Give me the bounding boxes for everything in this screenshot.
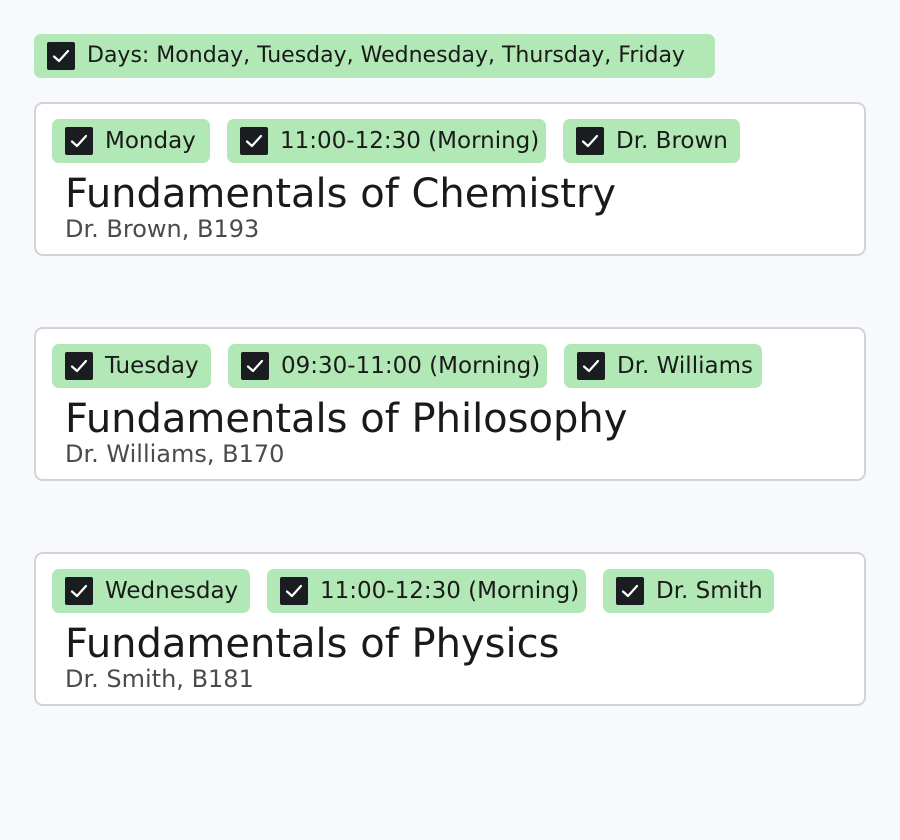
instructor-chip-label: Dr. Brown — [616, 128, 728, 154]
day-chip-label: Monday — [105, 128, 196, 154]
course-subtitle: Dr. Smith, B181 — [65, 665, 254, 693]
course-subtitle: Dr. Brown, B193 — [65, 215, 260, 243]
course-title: Fundamentals of Physics — [65, 621, 560, 667]
checkbox-checked-icon[interactable] — [616, 577, 644, 605]
checkbox-checked-icon[interactable] — [65, 127, 93, 155]
day-chip[interactable]: Monday — [52, 119, 210, 163]
days-filter-label: Days: Monday, Tuesday, Wednesday, Thursd… — [87, 43, 685, 68]
course-subtitle: Dr. Williams, B170 — [65, 440, 285, 468]
instructor-chip[interactable]: Dr. Brown — [563, 119, 740, 163]
day-chip-label: Tuesday — [105, 353, 199, 379]
time-chip[interactable]: 11:00-12:30 (Morning) — [227, 119, 546, 163]
checkbox-checked-icon[interactable] — [65, 577, 93, 605]
instructor-chip[interactable]: Dr. Williams — [564, 344, 762, 388]
instructor-chip-label: Dr. Smith — [656, 578, 763, 604]
checkbox-checked-icon[interactable] — [577, 352, 605, 380]
checkbox-checked-icon[interactable] — [240, 127, 268, 155]
course-title: Fundamentals of Philosophy — [65, 396, 628, 442]
checkbox-checked-icon[interactable] — [241, 352, 269, 380]
checkbox-checked-icon[interactable] — [280, 577, 308, 605]
instructor-chip-label: Dr. Williams — [617, 353, 753, 379]
course-card: Monday 11:00-12:30 (Morning) Dr. Brown F… — [34, 102, 866, 256]
day-chip[interactable]: Wednesday — [52, 569, 250, 613]
checkbox-checked-icon[interactable] — [576, 127, 604, 155]
day-chip[interactable]: Tuesday — [52, 344, 211, 388]
time-chip-label: 09:30-11:00 (Morning) — [281, 353, 541, 379]
time-chip[interactable]: 11:00-12:30 (Morning) — [267, 569, 586, 613]
course-card: Tuesday 09:30-11:00 (Morning) Dr. Willia… — [34, 327, 866, 481]
time-chip-label: 11:00-12:30 (Morning) — [320, 578, 580, 604]
course-card: Wednesday 11:00-12:30 (Morning) Dr. Smit… — [34, 552, 866, 706]
time-chip[interactable]: 09:30-11:00 (Morning) — [228, 344, 547, 388]
day-chip-label: Wednesday — [105, 578, 239, 604]
checkbox-checked-icon[interactable] — [47, 42, 75, 70]
days-filter-chip[interactable]: Days: Monday, Tuesday, Wednesday, Thursd… — [34, 34, 715, 78]
time-chip-label: 11:00-12:30 (Morning) — [280, 128, 540, 154]
instructor-chip[interactable]: Dr. Smith — [603, 569, 774, 613]
course-title: Fundamentals of Chemistry — [65, 171, 617, 217]
checkbox-checked-icon[interactable] — [65, 352, 93, 380]
